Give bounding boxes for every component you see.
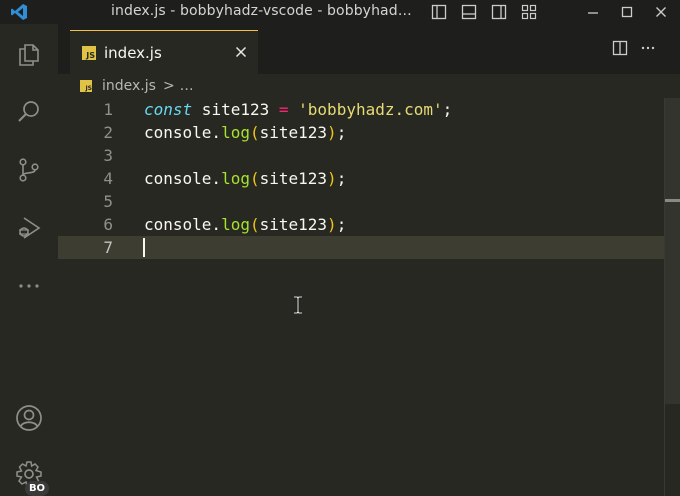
breadcrumb: JS index.js > …	[80, 76, 194, 96]
breadcrumb-ellipsis[interactable]: …	[180, 78, 194, 94]
line-number: 3	[103, 146, 113, 165]
code-editor[interactable]: 1 const site123 = 'bobbyhadz.com'; 2 consol…	[58, 98, 680, 496]
code-text: console.log(site123);	[144, 167, 346, 190]
code-token: site123	[192, 100, 279, 119]
code-line[interactable]: 5	[58, 190, 664, 213]
scrollbar-slider[interactable]	[665, 98, 680, 404]
code-text: console.log(site123);	[144, 213, 346, 236]
toggle-secondary-sidebar-icon[interactable]	[484, 3, 514, 21]
code-token: ;	[442, 100, 453, 119]
title-bar: index.js - bobbyhadz-vscode - bobbyhad…	[0, 0, 680, 24]
files-icon	[16, 41, 42, 71]
toggle-primary-sidebar-icon[interactable]	[424, 3, 454, 21]
code-token: )	[327, 123, 337, 142]
toggle-panel-icon[interactable]	[454, 3, 484, 21]
code-token: =	[278, 100, 289, 119]
activity-bar	[0, 24, 58, 496]
line-number: 5	[103, 192, 113, 211]
code-token: site123	[259, 169, 328, 188]
code-token: (	[249, 215, 260, 234]
maximize-icon[interactable]	[610, 0, 644, 24]
cursor-position-marker	[665, 199, 680, 202]
code-line[interactable]: 1 const site123 = 'bobbyhadz.com';	[58, 98, 664, 121]
more-views-button[interactable]	[0, 266, 58, 310]
source-control-icon	[16, 157, 42, 187]
tab-bar: JS index.js	[58, 24, 680, 74]
text-cursor-icon	[293, 295, 303, 315]
code-line[interactable]: 2 console.log(site123);	[58, 121, 664, 144]
account-badge: BO	[25, 481, 49, 496]
window-title: index.js - bobbyhadz-vscode - bobbyhad…	[111, 3, 412, 19]
source-control-button[interactable]	[0, 150, 58, 194]
run-debug-icon	[16, 215, 42, 245]
editor-actions	[612, 40, 655, 60]
code-token: )	[327, 215, 337, 234]
line-number: 1	[103, 100, 113, 119]
account-icon	[15, 404, 43, 436]
code-line[interactable]: 7	[58, 236, 664, 259]
explorer-button[interactable]	[0, 34, 58, 78]
code-token: site123	[259, 123, 328, 142]
code-token: log	[221, 169, 250, 188]
code-token: ;	[336, 169, 347, 188]
run-debug-button[interactable]	[0, 208, 58, 252]
code-token: log	[221, 123, 250, 142]
code-line[interactable]: 4 console.log(site123);	[58, 167, 664, 190]
line-number: 4	[103, 169, 113, 188]
search-icon	[16, 99, 42, 129]
window-controls	[576, 0, 678, 24]
line-number: 6	[103, 215, 113, 234]
vertical-scrollbar[interactable]	[664, 98, 680, 496]
code-token: console.	[144, 169, 222, 188]
code-token: console.	[144, 123, 222, 142]
more-actions-icon[interactable]	[640, 40, 656, 60]
close-window-icon[interactable]	[644, 0, 678, 24]
code-text: const site123 = 'bobbyhadz.com';	[144, 98, 452, 121]
js-file-icon: JS	[82, 46, 96, 60]
code-token: )	[327, 169, 337, 188]
code-token: ;	[336, 123, 347, 142]
code-text: console.log(site123);	[144, 121, 346, 144]
customize-layout-icon[interactable]	[514, 3, 544, 21]
code-token: console.	[144, 215, 222, 234]
code-token: ;	[336, 215, 347, 234]
code-line[interactable]: 6 console.log(site123);	[58, 213, 664, 236]
layout-controls	[424, 3, 544, 21]
text-caret	[143, 238, 145, 257]
tab-index-js[interactable]: JS index.js	[70, 30, 258, 74]
line-number: 7	[103, 238, 113, 257]
code-token: (	[249, 169, 260, 188]
minimize-icon[interactable]	[576, 0, 610, 24]
vscode-logo-icon[interactable]	[10, 3, 28, 21]
more-icon	[16, 273, 42, 303]
close-icon[interactable]	[232, 43, 250, 61]
code-line[interactable]: 3	[58, 144, 664, 167]
accounts-button[interactable]	[0, 398, 58, 442]
code-token: (	[249, 123, 260, 142]
code-token: 'bobbyhadz.com'	[298, 100, 443, 119]
code-token: log	[221, 215, 250, 234]
breadcrumb-file[interactable]: index.js	[102, 78, 156, 94]
line-number: 2	[103, 123, 113, 142]
breadcrumb-separator: >	[162, 78, 175, 94]
code-token: const	[144, 100, 193, 119]
search-button[interactable]	[0, 92, 58, 136]
js-file-icon: JS	[80, 80, 92, 92]
code-token: site123	[259, 215, 328, 234]
split-editor-icon[interactable]	[612, 40, 628, 60]
tab-label: index.js	[104, 44, 162, 62]
